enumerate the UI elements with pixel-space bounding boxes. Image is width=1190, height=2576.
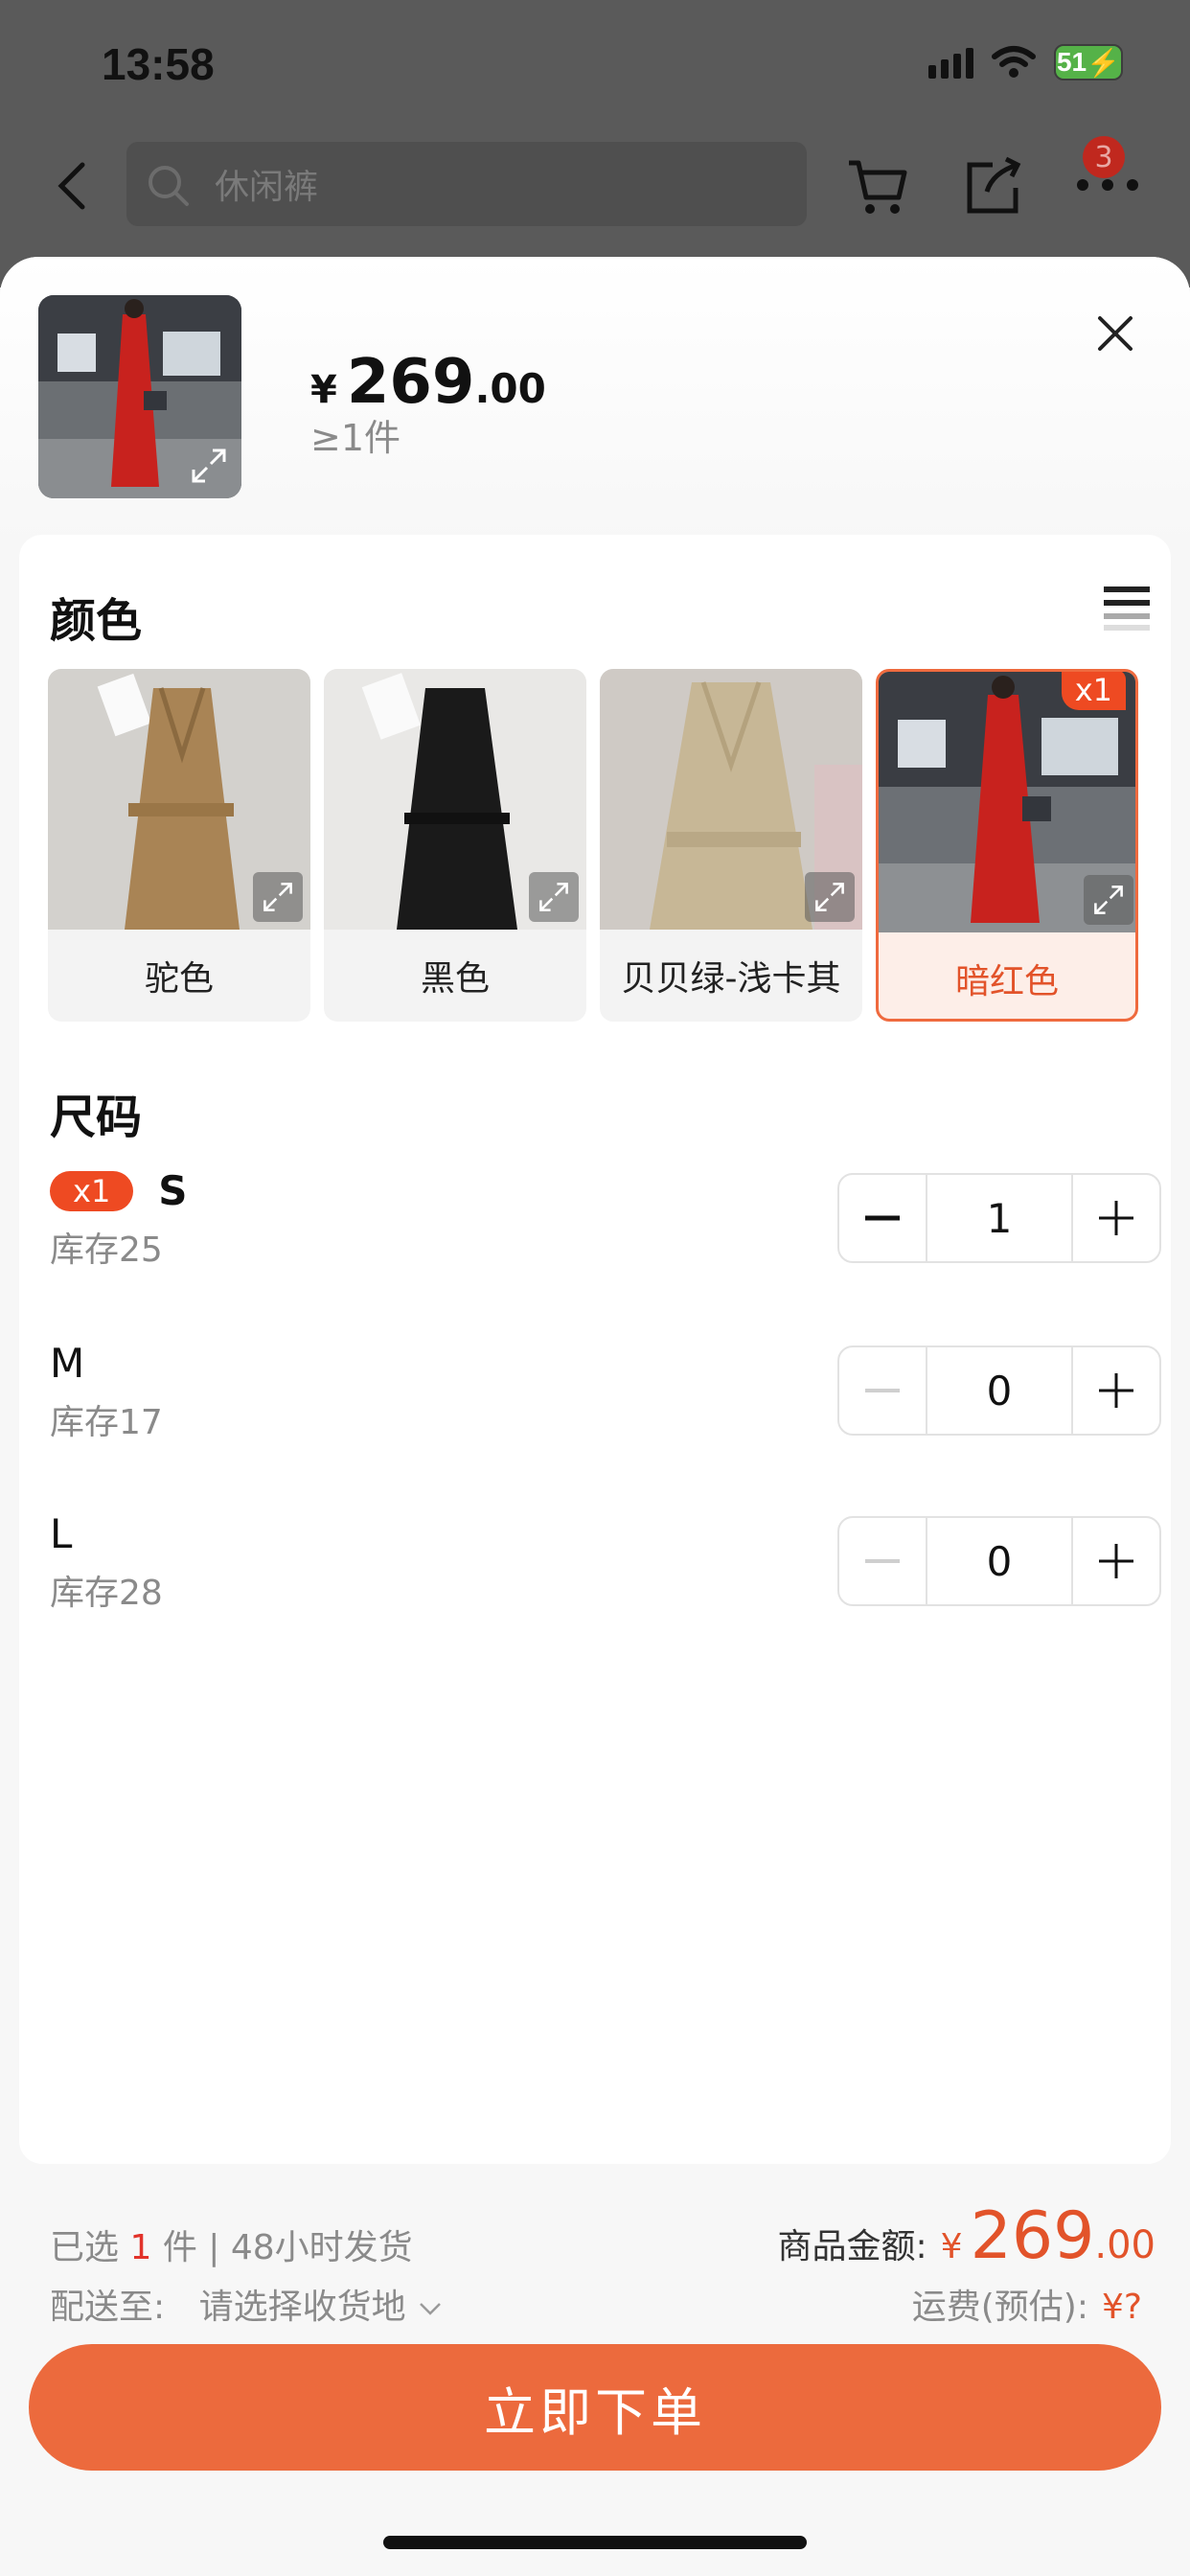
increase-button[interactable] [1073, 1347, 1159, 1434]
freight-value: ¥? [1101, 2288, 1142, 2327]
quantity-stepper: 1 [837, 1173, 1161, 1263]
search-icon [149, 166, 189, 206]
expand-icon[interactable] [253, 872, 303, 922]
expand-icon[interactable] [184, 441, 234, 491]
color-options: 驼色 黑色 贝贝绿-浅卡其 x1 暗红色 [48, 669, 1138, 1022]
amount-integer: 269 [970, 2198, 1095, 2274]
color-image-camel [48, 669, 310, 930]
amount-label: 商品金额: [777, 2227, 927, 2266]
selected-count-badge: x1 [1061, 672, 1126, 710]
plus-icon [1099, 1544, 1133, 1578]
color-label: 贝贝绿-浅卡其 [621, 959, 841, 999]
decrease-button[interactable] [839, 1175, 926, 1261]
color-image-dark-red [879, 672, 1135, 932]
size-row-s: x1 S 库存25 1 [50, 1167, 1161, 1282]
unit-price: ¥ 269 .00 [310, 347, 546, 418]
increase-button[interactable] [1073, 1175, 1159, 1261]
share-icon[interactable] [958, 151, 1027, 220]
quantity-stepper: 0 [837, 1346, 1161, 1436]
selected-count: 1 [129, 2228, 152, 2267]
color-label: 暗红色 [954, 962, 1059, 1001]
wifi-icon [992, 46, 1036, 78]
amount-decimal: .00 [1094, 2223, 1156, 2267]
color-label: 黑色 [420, 959, 490, 999]
total-amount: 商品金额: ¥ 269 .00 [778, 2198, 1156, 2274]
back-icon[interactable] [46, 157, 103, 215]
status-icons: 51 ⚡ [928, 44, 1123, 80]
color-section-title: 颜色 [50, 594, 143, 648]
close-icon[interactable] [1087, 305, 1144, 362]
price-decimal: .00 [474, 365, 546, 412]
options-card: 颜色 驼色 黑色 贝贝绿-浅卡其 x1 暗红色 尺码 x1 S 库存25 1 M… [19, 535, 1171, 2164]
expand-icon[interactable] [529, 872, 579, 922]
freight-label: 运费(预估): [911, 2288, 1088, 2327]
decrease-button[interactable] [839, 1518, 926, 1604]
product-thumbnail[interactable] [38, 295, 241, 498]
search-input[interactable]: 休闲裤 [126, 142, 807, 226]
quantity-stepper: 0 [837, 1516, 1161, 1606]
quantity-value[interactable]: 0 [926, 1518, 1073, 1604]
amount-currency: ¥ [940, 2227, 963, 2266]
size-name: M [50, 1340, 85, 1387]
selected-suffix: 件 | 48小时发货 [162, 2228, 413, 2267]
selection-summary: 已选 1 件 | 48小时发货 [50, 2220, 413, 2269]
color-image-black [324, 669, 586, 930]
decrease-button[interactable] [839, 1347, 926, 1434]
signal-icon [928, 46, 973, 79]
price-integer: 269 [346, 347, 475, 418]
sheet-header: ¥ 269 .00 ≥1件 [0, 257, 1190, 544]
cart-icon[interactable] [843, 151, 912, 220]
search-placeholder: 休闲裤 [215, 168, 319, 207]
color-option-camel[interactable]: 驼色 [48, 669, 310, 1022]
home-indicator [383, 2536, 807, 2549]
quantity-value[interactable]: 1 [926, 1175, 1073, 1261]
price-currency: ¥ [310, 368, 337, 412]
status-time: 13:58 [102, 39, 215, 89]
place-order-button[interactable]: 立即下单 [29, 2344, 1161, 2471]
color-option-dark-red[interactable]: x1 暗红色 [876, 669, 1138, 1022]
background-page: 13:58 51 ⚡ 休闲裤 3 [0, 0, 1190, 288]
color-option-khaki[interactable]: 贝贝绿-浅卡其 [600, 669, 862, 1022]
ship-to[interactable]: 配送至: 请选择收货地 [50, 2279, 444, 2329]
size-name: S [158, 1167, 188, 1214]
plus-icon [1099, 1373, 1133, 1408]
selected-prefix: 已选 [50, 2228, 120, 2267]
size-name: L [50, 1510, 73, 1557]
battery-level: 51 [1056, 47, 1087, 77]
color-image-khaki [600, 669, 862, 930]
increase-button[interactable] [1073, 1518, 1159, 1604]
color-label: 驼色 [144, 959, 214, 999]
list-view-icon[interactable] [1102, 583, 1152, 632]
chevron-down-icon [420, 2303, 441, 2315]
expand-icon[interactable] [1084, 875, 1133, 925]
order-bar: 已选 1 件 | 48小时发货 配送至: 请选择收货地 商品金额: ¥ 269 … [0, 2189, 1190, 2576]
size-section-title: 尺码 [50, 1091, 143, 1144]
minus-icon [865, 1215, 900, 1221]
plus-icon [1099, 1201, 1133, 1235]
quantity-value[interactable]: 0 [926, 1347, 1073, 1434]
size-row-m: M 库存17 0 [50, 1340, 1161, 1455]
color-option-black[interactable]: 黑色 [324, 669, 586, 1022]
ship-address: 请选择收货地 [198, 2288, 406, 2327]
ship-label: 配送至: [50, 2288, 166, 2327]
top-nav: 休闲裤 3 [0, 136, 1190, 228]
expand-icon[interactable] [805, 872, 855, 922]
minus-icon [865, 1559, 900, 1563]
minus-icon [865, 1389, 900, 1392]
freight-estimate: 运费(预估): ¥? [912, 2279, 1142, 2329]
battery-icon: 51 ⚡ [1054, 44, 1123, 80]
min-quantity: ≥1件 [310, 417, 401, 459]
size-selected-badge: x1 [50, 1170, 134, 1211]
cart-count-badge: 3 [1083, 136, 1125, 178]
size-row-l: L 库存28 0 [50, 1510, 1161, 1625]
